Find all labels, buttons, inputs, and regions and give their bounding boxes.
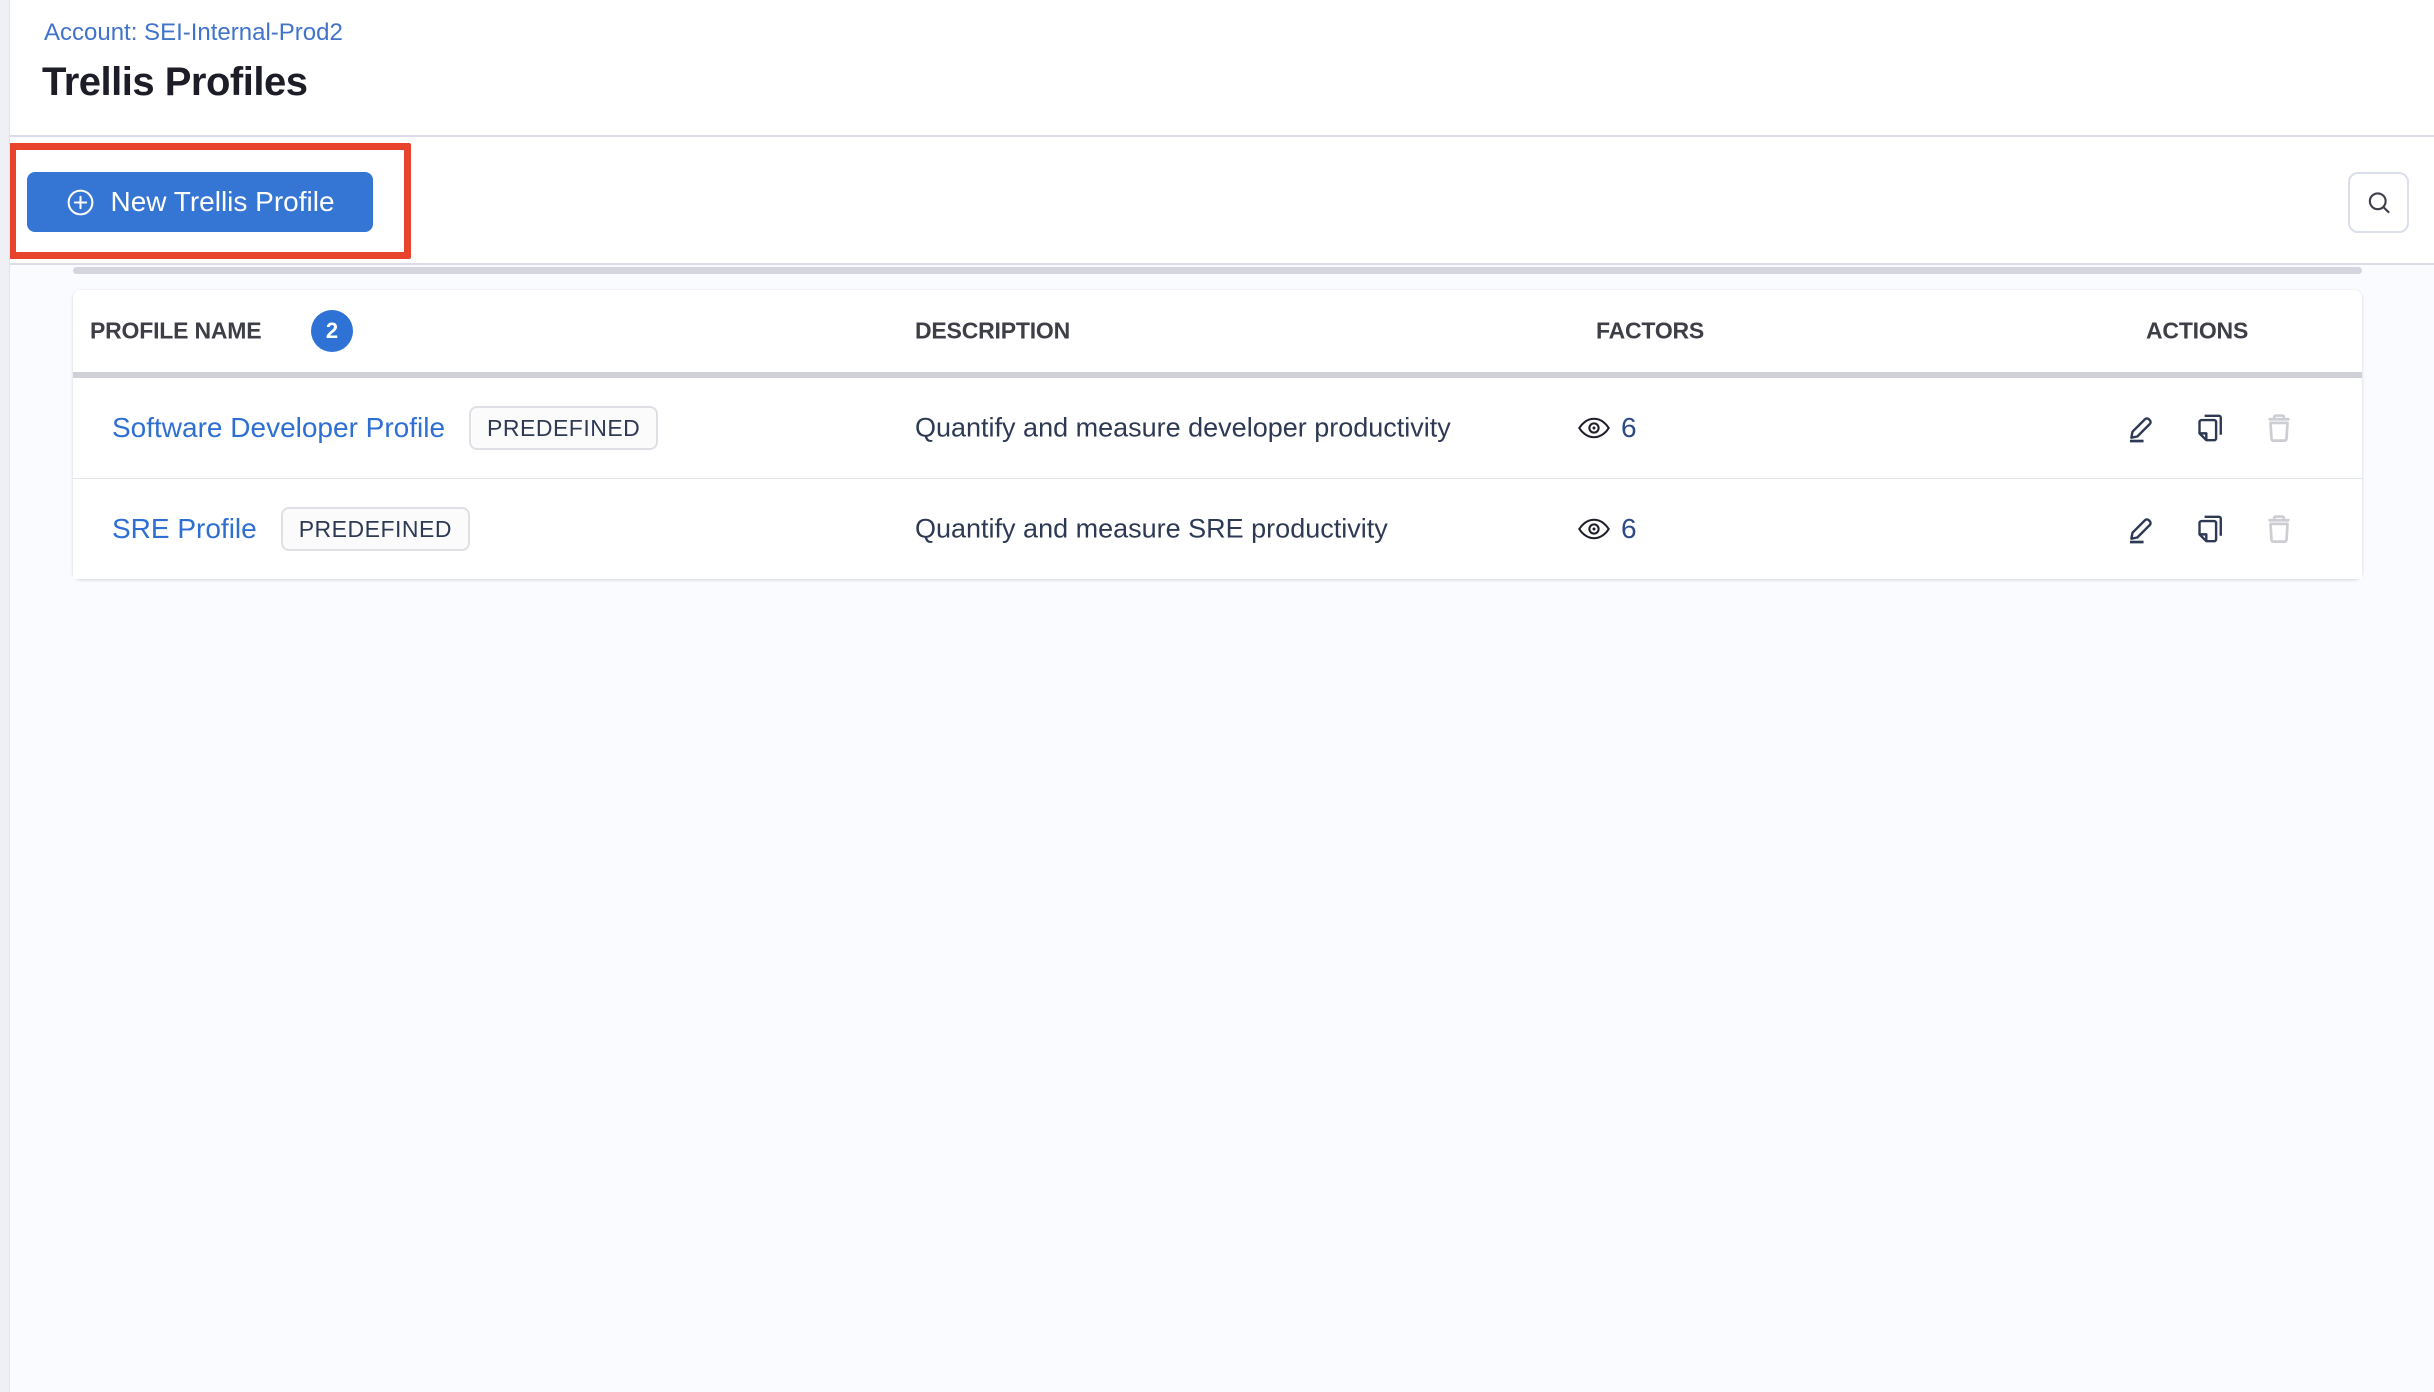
plus-circle-icon <box>65 187 96 218</box>
clone-profile-button[interactable] <box>2192 511 2228 547</box>
factors-cell: 6 <box>1576 378 1637 478</box>
column-header-profile-name: PROFILE NAME <box>90 317 262 344</box>
pencil-icon <box>2124 411 2158 445</box>
column-header-actions: ACTIONS <box>2146 317 2249 344</box>
edit-profile-button[interactable] <box>2123 511 2159 547</box>
new-trellis-profile-label: New Trellis Profile <box>110 186 335 217</box>
header-divider <box>0 135 2434 137</box>
table-row: Software Developer Profile PREDEFINED Qu… <box>73 378 2362 478</box>
clone-profile-button[interactable] <box>2192 410 2228 446</box>
table-horizontal-scrollbar[interactable] <box>73 267 2362 274</box>
table-row: SRE Profile PREDEFINED Quantify and meas… <box>73 479 2362 579</box>
factors-count: 6 <box>1621 412 1637 443</box>
collapsed-sidebar-edge <box>0 0 10 1392</box>
trash-icon <box>2262 411 2296 445</box>
search-icon <box>2364 188 2394 218</box>
table-header-row: PROFILE NAME 2 DESCRIPTION FACTORS ACTIO… <box>73 290 2362 372</box>
predefined-badge: PREDEFINED <box>469 406 659 450</box>
trash-icon <box>2262 512 2296 546</box>
profile-description: Quantify and measure developer productiv… <box>915 412 1451 443</box>
toolbar-divider <box>0 263 2434 265</box>
row-actions <box>2123 378 2297 478</box>
eye-icon <box>1576 514 1612 544</box>
column-header-factors: FACTORS <box>1596 317 1705 344</box>
profile-description: Quantify and measure SRE productivity <box>915 513 1388 544</box>
eye-icon <box>1576 413 1612 443</box>
profiles-table: PROFILE NAME 2 DESCRIPTION FACTORS ACTIO… <box>73 290 2362 579</box>
edit-profile-button[interactable] <box>2123 410 2159 446</box>
copy-icon <box>2193 512 2227 546</box>
trellis-profiles-page: Account: SEI-Internal-Prod2 Trellis Prof… <box>0 0 2434 1392</box>
predefined-badge: PREDEFINED <box>280 507 470 551</box>
profile-count-badge: 2 <box>311 310 353 352</box>
search-button[interactable] <box>2348 172 2409 233</box>
delete-profile-button[interactable] <box>2261 410 2297 446</box>
row-actions <box>2123 479 2297 579</box>
new-trellis-profile-button[interactable]: New Trellis Profile <box>27 172 373 232</box>
factors-count: 6 <box>1621 513 1637 544</box>
page-title: Trellis Profiles <box>42 60 308 104</box>
profile-name-link[interactable]: SRE Profile <box>112 513 257 545</box>
profile-name-cell: SRE Profile PREDEFINED <box>112 479 470 579</box>
table-body: Software Developer Profile PREDEFINED Qu… <box>73 378 2362 579</box>
account-breadcrumb-link[interactable]: Account: SEI-Internal-Prod2 <box>44 19 343 47</box>
copy-icon <box>2193 411 2227 445</box>
factors-cell: 6 <box>1576 479 1637 579</box>
profile-name-link[interactable]: Software Developer Profile <box>112 412 445 444</box>
column-header-description: DESCRIPTION <box>915 317 1070 344</box>
delete-profile-button[interactable] <box>2261 511 2297 547</box>
profile-name-cell: Software Developer Profile PREDEFINED <box>112 378 659 478</box>
pencil-icon <box>2124 512 2158 546</box>
